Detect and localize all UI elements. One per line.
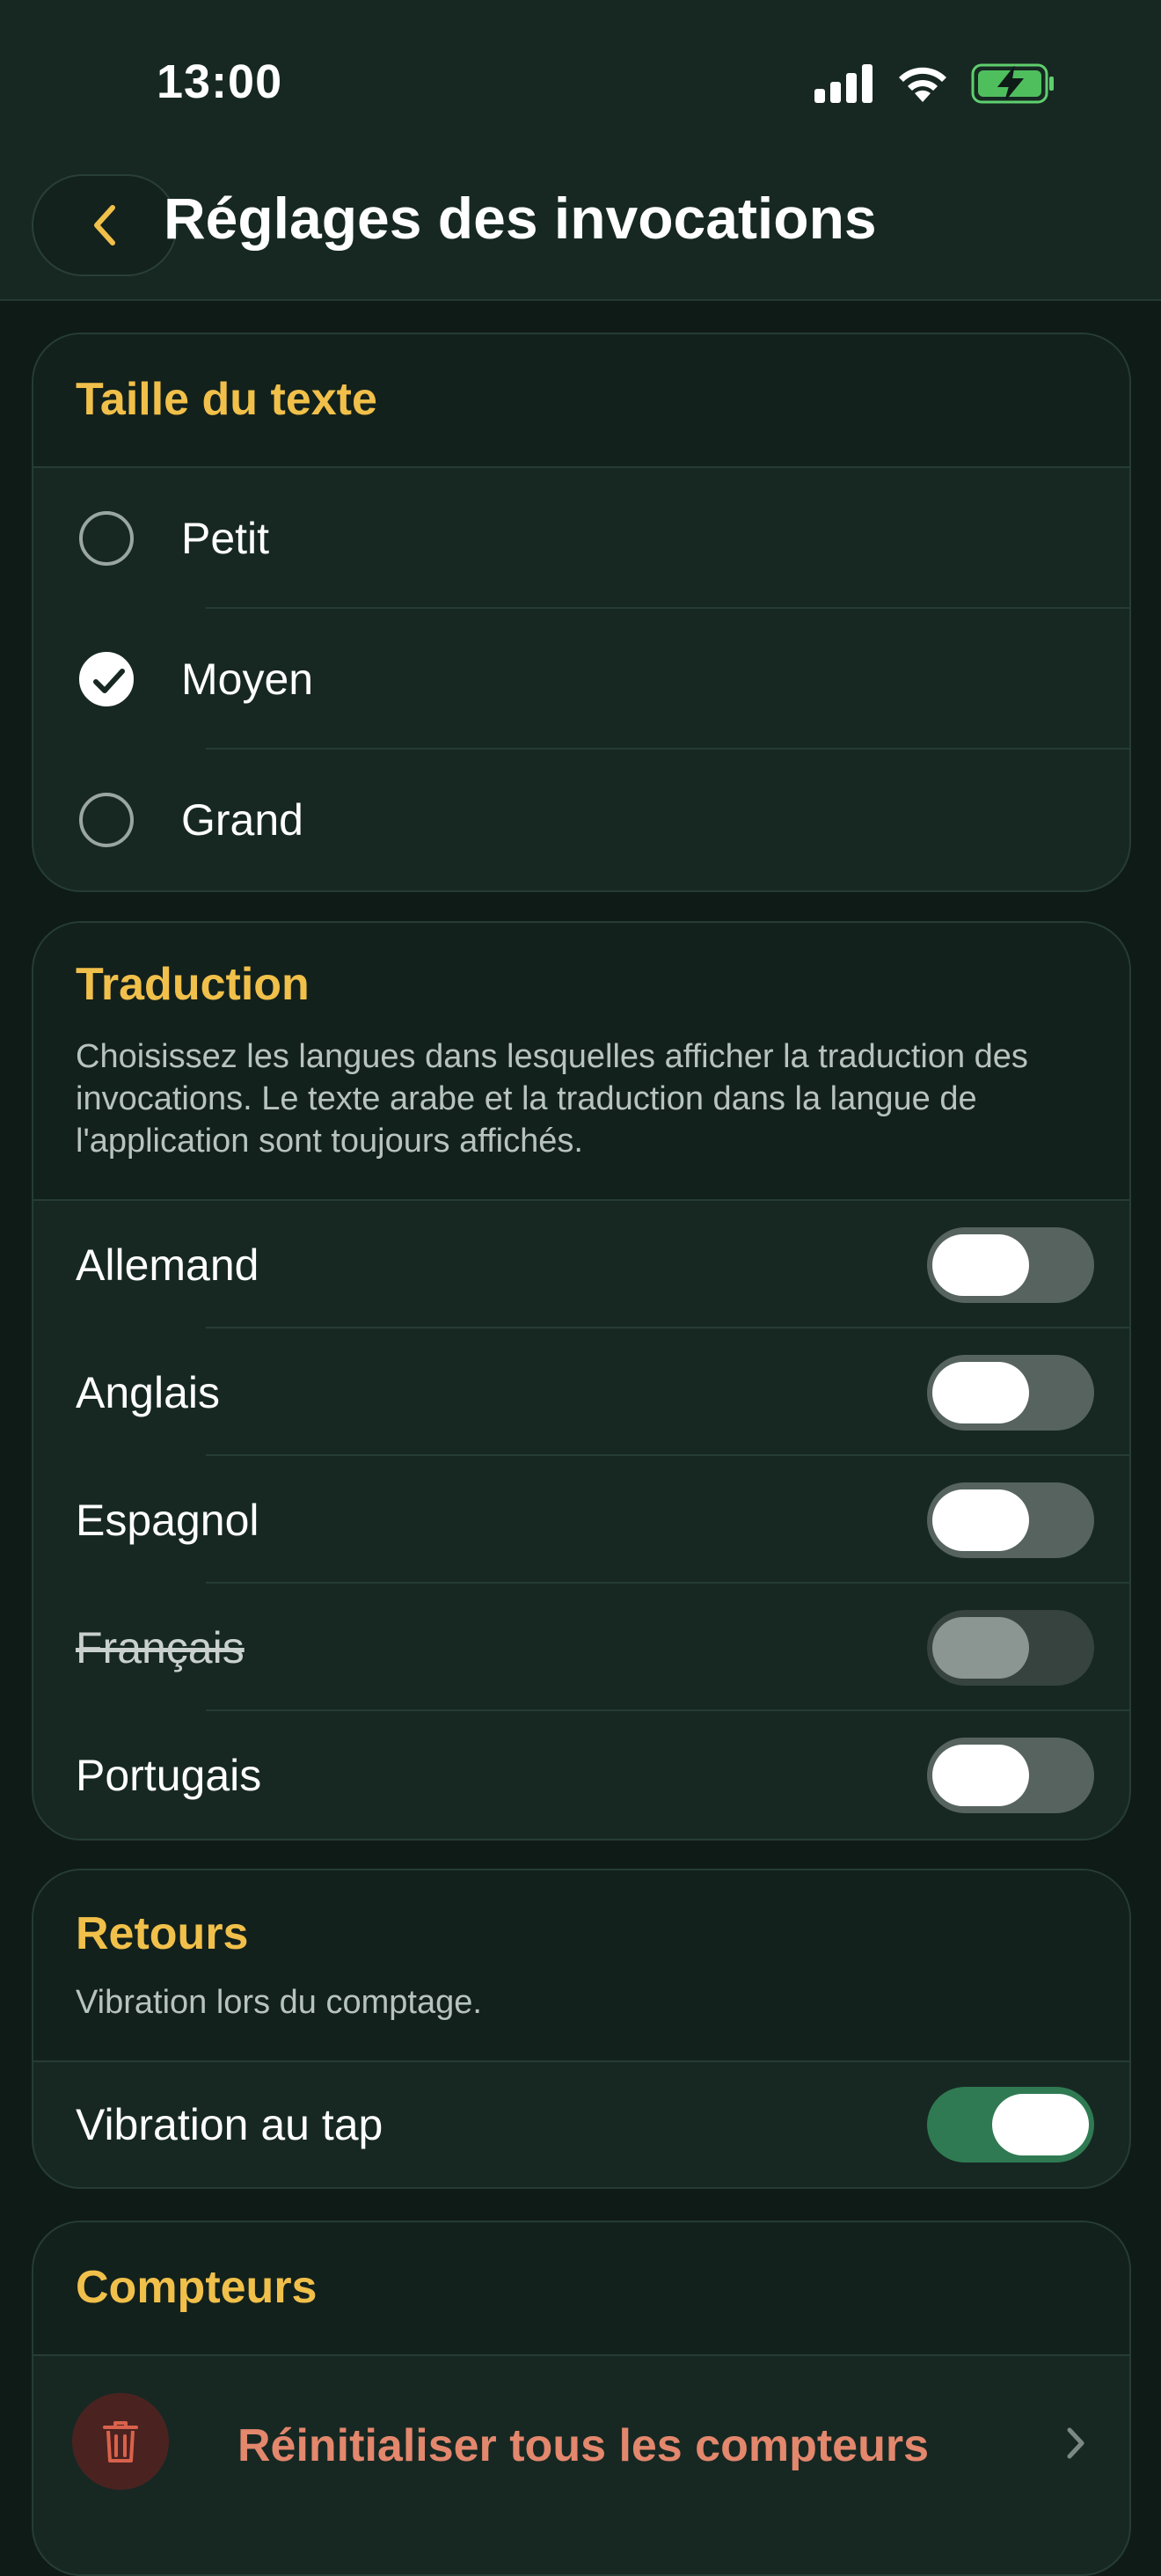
toggle-switch[interactable] [927,1737,1094,1813]
toggle-label: Espagnol [76,1495,259,1545]
toggle-knob [932,1233,1029,1296]
counters-title: Compteurs [76,2262,318,2313]
page-title: Réglages des invocations [164,186,877,251]
radio-option-grand[interactable]: Grand [33,750,1129,890]
toggle-knob [932,1744,1029,1806]
toggle-label-disabled: Français [76,1622,245,1672]
feedback-description: Vibration lors du comptage. [76,1984,482,2021]
chevron-right-icon [1067,2427,1084,2459]
reset-counters-label: Réinitialiser tous les compteurs [237,2420,930,2471]
reset-counters-button[interactable]: Réinitialiser tous les compteurs [33,2356,1129,2532]
back-button[interactable] [32,174,178,276]
toggle-knob [932,1361,1029,1423]
toggle-knob [932,1616,1029,1679]
toggle-switch[interactable] [927,1482,1094,1558]
counters-card: Compteurs Réinitialiser tous les compteu… [32,2221,1131,2576]
text-size-title: Taille du texte [76,374,377,425]
text-size-card: Taille du texte Petit Moyen Grand [32,333,1131,892]
navigation-header: 13:00 Réglages des invocations [0,0,1161,301]
radio-label: Grand [181,795,303,845]
translation-card: Traduction Choisissez les langues dans l… [32,921,1131,1841]
language-row-espagnol: Espagnol [33,1456,1129,1584]
vibration-toggle[interactable] [927,2087,1094,2163]
translation-title: Traduction [76,959,310,1010]
battery-charging-icon [971,63,1054,104]
toggle-switch-disabled [927,1609,1094,1686]
trash-icon [103,2421,138,2463]
status-icons [814,62,1055,106]
language-row-allemand: Allemand [33,1201,1129,1328]
toggle-label: Anglais [76,1367,220,1417]
vibration-row: Vibration au tap [33,2062,1129,2187]
wifi-icon [899,67,946,102]
toggle-switch[interactable] [927,1226,1094,1303]
cellular-signal-icon [814,64,873,103]
feedback-title: Retours [76,1908,249,1959]
toggle-knob [992,2094,1089,2155]
radio-button[interactable] [79,511,134,566]
feedback-card: Retours Vibration lors du comptage. Vibr… [32,1869,1131,2189]
translation-description: Choisissez les langues dans lesquelles a… [76,1038,1028,1160]
checkmark-icon [93,669,125,693]
language-row-francais: Français [33,1584,1129,1711]
toggle-label: Allemand [76,1240,259,1290]
radio-option-moyen[interactable]: Moyen [33,609,1129,750]
radio-button[interactable] [79,793,134,847]
toggle-label: Portugais [76,1750,262,1800]
chevron-left-icon [94,205,115,245]
toggle-knob [932,1489,1029,1551]
radio-label: Petit [181,514,270,563]
radio-label: Moyen [181,655,314,704]
language-row-anglais: Anglais [33,1328,1129,1456]
radio-button-selected[interactable] [79,652,134,706]
trash-icon-badge [72,2393,169,2490]
radio-option-petit[interactable]: Petit [33,468,1129,609]
status-time: 13:00 [157,55,283,108]
toggle-label: Vibration au tap [76,2100,383,2149]
language-row-portugais: Portugais [33,1711,1129,1839]
toggle-switch[interactable] [927,1354,1094,1431]
